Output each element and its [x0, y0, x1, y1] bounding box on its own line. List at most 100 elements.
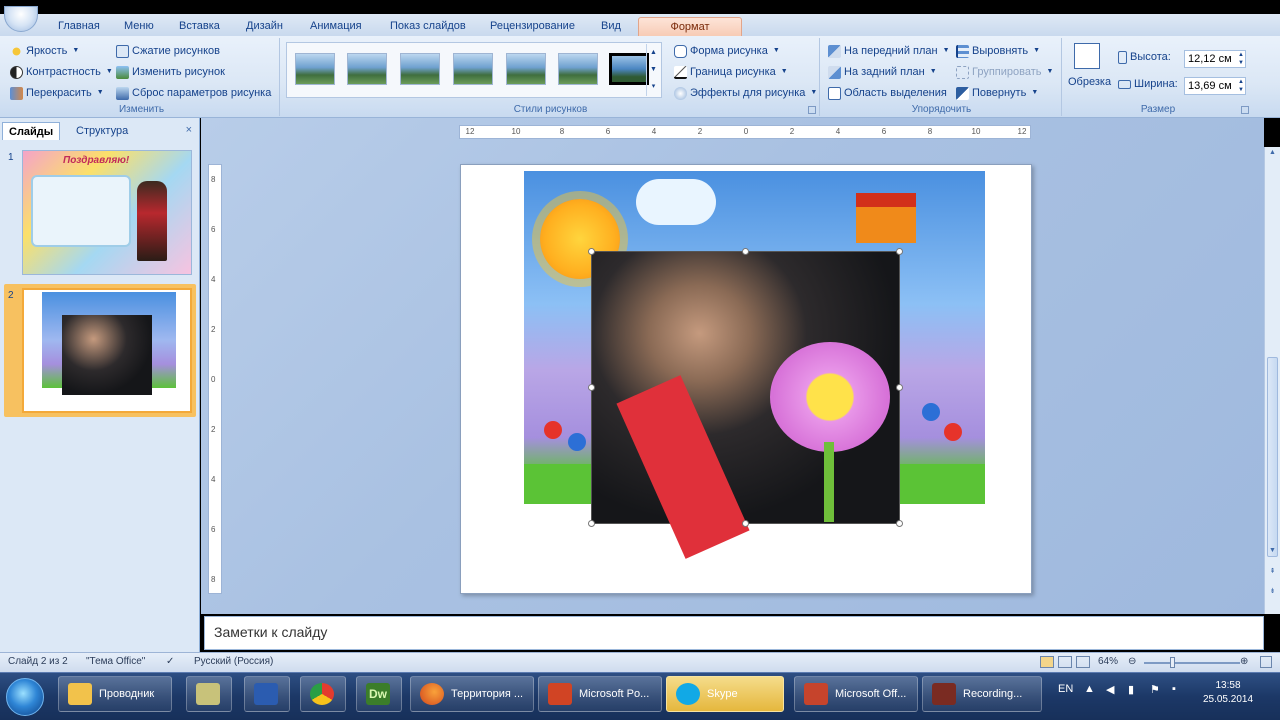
language-indicator[interactable]: Русский (Россия)	[194, 656, 273, 667]
taskbar-chrome[interactable]	[300, 676, 346, 712]
power-icon[interactable]: ▪	[1172, 683, 1176, 695]
zoom-slider-knob[interactable]	[1170, 657, 1175, 668]
taskbar-explorer[interactable]: Проводник	[58, 676, 172, 712]
rotate-button[interactable]: Повернуть ▼	[956, 84, 1038, 102]
taskbar-dreamweaver[interactable]: Dw	[356, 676, 402, 712]
resize-handle-right[interactable]	[896, 384, 903, 391]
show-hidden-icons-icon[interactable]: ▲	[1084, 683, 1095, 695]
tab-view[interactable]: Вид	[595, 17, 627, 36]
taskbar-app[interactable]	[186, 676, 232, 712]
taskbar-firefox[interactable]: Территория ...	[410, 676, 534, 712]
picture-style-6[interactable]	[558, 53, 598, 85]
crop-button[interactable]: Обрезка	[1068, 76, 1111, 88]
start-button[interactable]	[6, 678, 44, 716]
group-label-adjust: Изменить	[118, 104, 165, 115]
picture-style-7[interactable]	[609, 53, 649, 85]
normal-view-icon[interactable]	[1040, 656, 1054, 668]
recolor-button[interactable]: Перекрасить ▼	[10, 84, 104, 102]
picture-style-1[interactable]	[295, 53, 335, 85]
picture-effects-button[interactable]: Эффекты для рисунка ▼	[674, 84, 817, 102]
contrast-icon	[10, 65, 23, 79]
tab-outline[interactable]: Структура	[70, 122, 134, 140]
slide-thumbnail-2[interactable]	[22, 288, 192, 413]
slide-thumbnail-1[interactable]: Поздравляю!	[22, 150, 192, 275]
ruler-tick-label: 6	[211, 225, 216, 234]
picture-style-4[interactable]	[453, 53, 493, 85]
taskbar-office[interactable]: Microsoft Off...	[794, 676, 918, 712]
zoom-out-icon[interactable]: ⊖	[1128, 656, 1136, 667]
resize-handle-bottom-left[interactable]	[588, 520, 595, 527]
resize-handle-bottom-right[interactable]	[896, 520, 903, 527]
slides-pane: Слайды Структура × 1 Поздравляю! 2	[0, 118, 200, 652]
group-arrange: На передний план ▼ На задний план ▼ Област…	[822, 38, 1062, 116]
zoom-slider[interactable]	[1144, 662, 1240, 664]
notes-pane[interactable]: Заметки к слайду	[204, 616, 1264, 650]
selection-pane-button[interactable]: Область выделения	[828, 84, 947, 102]
tab-design[interactable]: Дизайн	[240, 17, 289, 36]
resize-handle-bottom[interactable]	[742, 520, 749, 527]
taskbar-skype[interactable]: Skype	[666, 676, 784, 712]
slide-sorter-icon[interactable]	[1058, 656, 1072, 668]
previous-slide-icon[interactable]: ⇞	[1267, 567, 1278, 581]
resize-handle-top-right[interactable]	[896, 248, 903, 255]
tab-menu[interactable]: Меню	[118, 17, 160, 36]
taskbar-recording[interactable]: Recording...	[922, 676, 1042, 712]
office-icon	[804, 683, 828, 705]
tab-review[interactable]: Рецензирование	[484, 17, 581, 36]
height-spinner[interactable]: ▲ ▼	[1238, 51, 1244, 67]
resize-handle-left[interactable]	[588, 384, 595, 391]
scroll-up-arrow-icon[interactable]: ▲	[1267, 149, 1278, 163]
tab-insert[interactable]: Вставка	[173, 17, 226, 36]
notes-placeholder: Заметки к слайду	[214, 624, 328, 640]
spellcheck-icon[interactable]: ✓	[166, 656, 174, 667]
input-language[interactable]: EN	[1058, 683, 1073, 695]
taskbar-powerpoint[interactable]: Microsoft Po...	[538, 676, 662, 712]
tab-slides[interactable]: Слайды	[2, 122, 61, 140]
gallery-scroll[interactable]: ▲ ▼ ▾	[646, 44, 660, 96]
zoom-in-icon[interactable]: ⊕	[1240, 656, 1248, 667]
next-slide-icon[interactable]: ⇟	[1267, 587, 1278, 601]
reset-picture-button[interactable]: Сброс параметров рисунка	[116, 84, 271, 102]
width-spinner[interactable]: ▲ ▼	[1238, 78, 1244, 94]
compress-pictures-button[interactable]: Сжатие рисунков	[116, 42, 220, 60]
contrast-button[interactable]: Контрастность ▼	[10, 63, 113, 81]
zoom-level[interactable]: 64%	[1098, 656, 1118, 667]
picture-style-2[interactable]	[347, 53, 387, 85]
tab-slideshow[interactable]: Показ слайдов	[384, 17, 472, 36]
resize-handle-top-left[interactable]	[588, 248, 595, 255]
slideshow-view-icon[interactable]	[1076, 656, 1090, 668]
align-button[interactable]: Выровнять ▼	[956, 42, 1040, 60]
height-field[interactable]: 12,12 см ▲ ▼	[1184, 50, 1246, 68]
picture-shape-button[interactable]: Форма рисунка ▼	[674, 42, 780, 60]
vertical-scrollbar[interactable]: ▲ ▼ ⇞ ⇟	[1264, 147, 1280, 614]
resize-handle-top[interactable]	[742, 248, 749, 255]
bring-to-front-button[interactable]: На передний план ▼	[828, 42, 950, 60]
taskbar-word[interactable]	[244, 676, 290, 712]
title-bar	[0, 0, 1280, 14]
picture-style-3[interactable]	[400, 53, 440, 85]
send-to-back-button[interactable]: На задний план ▼	[828, 63, 937, 81]
scroll-down-arrow-icon[interactable]: ▼	[1267, 547, 1278, 561]
size-dialog-launcher[interactable]	[1241, 106, 1249, 114]
picture-style-5[interactable]	[506, 53, 546, 85]
close-icon[interactable]: ×	[186, 124, 192, 136]
selected-photo[interactable]	[588, 248, 903, 559]
bring-front-icon	[828, 44, 841, 58]
slide-canvas[interactable]	[460, 164, 1032, 594]
tab-format[interactable]: Формат	[638, 17, 742, 36]
change-picture-button[interactable]: Изменить рисунок	[116, 63, 225, 81]
action-center-icon[interactable]: ⚑	[1150, 683, 1160, 696]
scrollbar-thumb[interactable]	[1267, 357, 1278, 557]
network-icon[interactable]: ▮	[1128, 683, 1134, 696]
tab-home[interactable]: Главная	[52, 17, 106, 36]
clock[interactable]: 13:58 25.05.2014	[1196, 679, 1260, 707]
brightness-button[interactable]: Яркость ▼	[10, 42, 79, 60]
width-field[interactable]: 13,69 см ▲ ▼	[1184, 77, 1246, 95]
styles-dialog-launcher[interactable]	[808, 106, 816, 114]
tab-animation[interactable]: Анимация	[304, 17, 368, 36]
volume-icon[interactable]: ◀	[1106, 683, 1114, 696]
group-button[interactable]: Группировать ▼	[956, 63, 1053, 81]
picture-border-button[interactable]: Граница рисунка ▼	[674, 63, 788, 81]
fit-to-window-icon[interactable]	[1260, 656, 1272, 668]
office-button[interactable]	[4, 6, 38, 32]
